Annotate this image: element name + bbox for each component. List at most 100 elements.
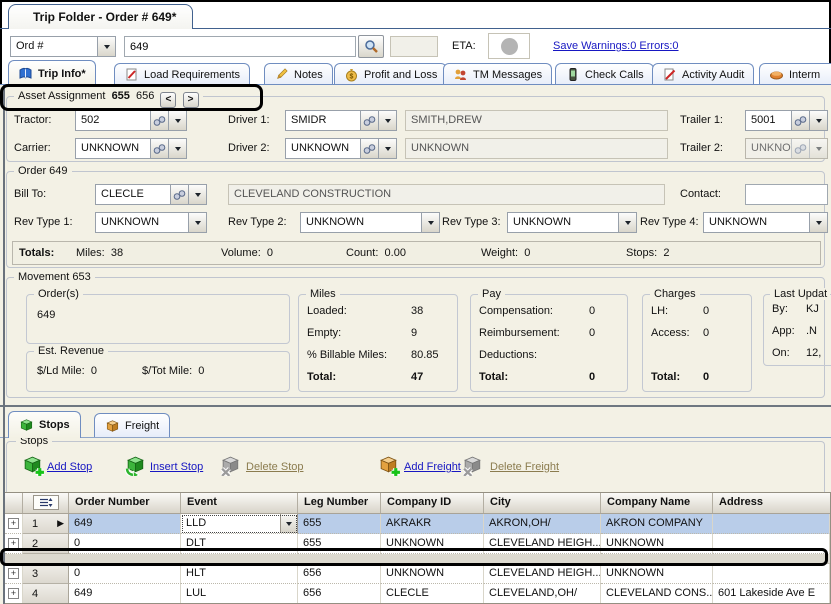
lookup-binoculars-button[interactable] (360, 139, 378, 158)
row-expand-cell[interactable]: + (5, 514, 23, 534)
cell-address[interactable] (713, 534, 830, 554)
cell-company-id[interactable]: AKRAKR (381, 514, 484, 534)
lookup-binoculars-button[interactable] (150, 139, 168, 158)
tab-trip-info[interactable]: Trip Info* (8, 60, 96, 86)
driver1-combo[interactable]: SMIDR (285, 110, 397, 131)
rev-type2-select[interactable]: UNKNOWN (300, 212, 440, 233)
cell-address[interactable] (713, 514, 830, 534)
tab-activity-audit[interactable]: Activity Audit (652, 63, 754, 85)
dropdown-button[interactable] (809, 111, 827, 130)
cell-order-number[interactable]: 0 (69, 564, 181, 584)
cell-event[interactable]: HLT (181, 564, 298, 584)
tab-stops[interactable]: Stops (8, 411, 81, 438)
row-expand-cell[interactable]: + (5, 584, 23, 604)
table-row[interactable]: +20DLT655UNKNOWNCLEVELAND HEIGH...UNKNOW… (5, 534, 830, 554)
lookup-binoculars-button[interactable] (791, 111, 809, 130)
rev-type1-select[interactable]: UNKNOWN (95, 212, 207, 233)
expand-plus-icon[interactable]: + (8, 518, 19, 529)
cell-leg-number[interactable]: 656 (298, 584, 381, 604)
tab-load-requirements[interactable]: Load Requirements (114, 63, 250, 85)
cell-event[interactable]: LUL (181, 584, 298, 604)
dropdown-button[interactable] (188, 213, 206, 232)
cell-city[interactable]: AKRON,OH/ (484, 514, 601, 534)
row-header[interactable]: 2 (23, 534, 69, 554)
next-leg-button[interactable]: > (183, 92, 199, 108)
tractor-combo[interactable]: 502 (75, 110, 187, 131)
expand-plus-icon[interactable]: + (8, 588, 19, 599)
lookup-binoculars-button[interactable] (360, 111, 378, 130)
cell-order-number[interactable]: 649 (69, 514, 181, 534)
column-header-city[interactable]: City (484, 493, 601, 513)
tab-profit-and-loss[interactable]: $ Profit and Loss (334, 63, 447, 85)
cell-leg-number[interactable]: 655 (298, 534, 381, 554)
column-header-company-name[interactable]: Company Name (601, 493, 713, 513)
previous-leg-button[interactable]: < (160, 92, 176, 108)
cell-order-number[interactable]: 0 (69, 534, 181, 554)
row-header[interactable]: 3 (23, 564, 69, 584)
cell-company-id[interactable]: UNKNOWN (381, 564, 484, 584)
dropdown-button[interactable] (378, 111, 396, 130)
row-expand-cell[interactable]: + (5, 534, 23, 554)
dropdown-button[interactable] (97, 37, 115, 56)
dropdown-button[interactable] (421, 213, 439, 232)
dropdown-button[interactable] (618, 213, 636, 232)
window-title-tab[interactable]: Trip Folder - Order # 649* (8, 4, 193, 29)
bill-to-combo[interactable]: CLECLE (95, 184, 207, 205)
expand-plus-icon[interactable]: + (8, 538, 19, 549)
row-header[interactable]: 1▶ (23, 514, 69, 534)
expand-plus-icon[interactable]: + (8, 568, 19, 579)
cell-address[interactable]: 601 Lakeside Ave E (713, 584, 830, 604)
lookup-binoculars-button[interactable] (150, 111, 168, 130)
cell-order-number[interactable]: 649 (69, 584, 181, 604)
column-header-order-number[interactable]: Order Number (69, 493, 181, 513)
column-header-event[interactable]: Event (181, 493, 298, 513)
rev-type4-select[interactable]: UNKNOWN (703, 212, 828, 233)
tab-notes[interactable]: Notes (264, 63, 333, 85)
cell-company-name[interactable]: UNKNOWN (601, 534, 713, 554)
dropdown-button[interactable] (809, 213, 827, 232)
insert-stop-link[interactable]: Insert Stop (150, 461, 203, 473)
dropdown-button[interactable] (168, 139, 186, 158)
cell-leg-number[interactable]: 655 (298, 514, 381, 534)
column-header-address[interactable]: Address (713, 493, 830, 513)
cell-company-name[interactable]: AKRON COMPANY (601, 514, 713, 534)
contact-input[interactable] (745, 184, 828, 205)
cell-company-name[interactable]: CLEVELAND CONS... (601, 584, 713, 604)
lookup-binoculars-button[interactable] (170, 185, 188, 204)
row-expand-cell[interactable]: + (5, 564, 23, 584)
rev-type3-select[interactable]: UNKNOWN (507, 212, 637, 233)
search-button[interactable] (358, 35, 384, 58)
table-row[interactable]: +30HLT656UNKNOWNCLEVELAND HEIGH...UNKNOW… (5, 564, 830, 584)
tab-intermodal[interactable]: Interm (759, 63, 831, 85)
add-stop-link[interactable]: Add Stop (47, 461, 92, 473)
order-field-selector[interactable]: Ord # (10, 36, 116, 57)
tab-tm-messages[interactable]: TM Messages (443, 63, 552, 85)
cell-event[interactable]: LLD (181, 514, 298, 534)
cell-city[interactable]: CLEVELAND HEIGH... (484, 564, 601, 584)
cell-event[interactable]: DLT (181, 534, 298, 554)
cell-company-id[interactable]: CLECLE (381, 584, 484, 604)
add-freight-link[interactable]: Add Freight (404, 461, 461, 473)
column-header-company-id[interactable]: Company ID (381, 493, 484, 513)
tab-freight[interactable]: Freight (94, 413, 170, 437)
order-number-input[interactable] (124, 36, 356, 57)
save-warnings-link[interactable]: Save Warnings:0 Errors:0 (553, 40, 679, 52)
cell-city[interactable]: CLEVELAND,OH/ (484, 584, 601, 604)
dropdown-button[interactable] (378, 139, 396, 158)
cell-address[interactable] (713, 564, 830, 584)
table-row[interactable]: +1▶649LLD655AKRAKRAKRON,OH/AKRON COMPANY (5, 514, 830, 534)
row-header-column[interactable] (23, 493, 69, 513)
trailer1-combo[interactable]: 5001 (745, 110, 828, 131)
carrier-combo[interactable]: UNKNOWN (75, 138, 187, 159)
cell-company-name[interactable]: UNKNOWN (601, 564, 713, 584)
cell-city[interactable]: CLEVELAND HEIGH... (484, 534, 601, 554)
table-row[interactable]: +4649LUL656CLECLECLEVELAND,OH/CLEVELAND … (5, 584, 830, 604)
dropdown-button[interactable] (168, 111, 186, 130)
dropdown-button[interactable] (188, 185, 206, 204)
event-dropdown-button[interactable] (280, 514, 297, 533)
row-header[interactable]: 4 (23, 584, 69, 604)
driver2-combo[interactable]: UNKNOWN (285, 138, 397, 159)
tab-check-calls[interactable]: Check Calls (555, 63, 654, 85)
cell-company-id[interactable]: UNKNOWN (381, 534, 484, 554)
cell-leg-number[interactable]: 656 (298, 564, 381, 584)
